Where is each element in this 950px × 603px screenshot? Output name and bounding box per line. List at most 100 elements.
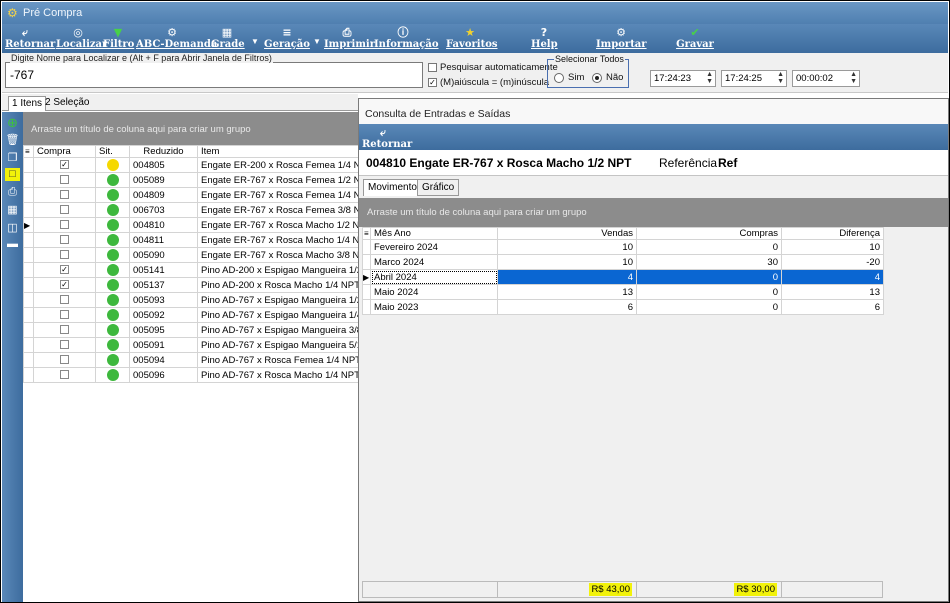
table-row[interactable]: ▶ 004810 Engate ER-767 x Rosca Macho 1/2 N… (23, 217, 360, 233)
chevron-down-icon[interactable]: ▼ (313, 37, 321, 46)
spin-arrows-icon[interactable]: ▲ ▼ (706, 71, 713, 85)
compra-cell[interactable]: ✓ (33, 157, 96, 173)
spin-arrows-icon[interactable]: ▲ ▼ (850, 71, 857, 85)
compra-checkbox[interactable] (60, 175, 69, 185)
column-header-compra[interactable]: Compra (33, 145, 96, 158)
toolbar-button-importar[interactable]: ⚙ Importar (596, 26, 647, 51)
compra-checkbox[interactable] (60, 250, 69, 260)
case-checkbox[interactable]: ✓ (428, 78, 437, 87)
compra-checkbox[interactable]: ✓ (60, 280, 69, 290)
item-cell[interactable]: Engate ER-767 x Rosca Macho 1/4 NPT (197, 232, 360, 248)
table-row[interactable]: ✓ 005137 Pino AD-200 x Rosca Macho 1/4 NPT (23, 277, 360, 293)
tab-selecao[interactable]: 2 Seleção (42, 96, 92, 111)
reduzido-cell[interactable]: 005089 (129, 172, 198, 188)
diferenca-cell[interactable]: 10 (781, 239, 884, 255)
compra-checkbox[interactable] (60, 220, 69, 230)
copy-icon[interactable]: ❐ (5, 152, 20, 165)
table-row[interactable]: 005089 Engate ER-767 x Rosca Femea 1/2 NP… (23, 172, 360, 188)
toolbar-button-gera-o[interactable]: ≡ Geração (264, 26, 310, 51)
toolbar-button-favoritos[interactable]: ★ Favoritos (446, 26, 498, 51)
compra-checkbox[interactable]: ✓ (60, 265, 69, 275)
table-row[interactable]: Maio 2023 6 0 6 (362, 299, 884, 315)
table-row[interactable]: 005091 Pino AD-767 x Espigao Mangueira 5/… (23, 337, 360, 353)
item-cell[interactable]: Pino AD-200 x Rosca Macho 1/4 NPT (197, 277, 360, 293)
table-row[interactable]: Marco 2024 10 30 -20 (362, 254, 884, 270)
compra-checkbox[interactable] (60, 295, 69, 305)
compra-checkbox[interactable] (60, 340, 69, 350)
column-header-mes-ano[interactable]: Mês Ano (370, 227, 498, 240)
reduzido-cell[interactable]: 005096 (129, 367, 198, 383)
toolbar-button-help[interactable]: ? Help (531, 26, 558, 51)
item-cell[interactable]: Engate ER-200 x Rosca Femea 1/4 NPT (197, 157, 360, 173)
compra-cell[interactable]: ✓ (33, 277, 96, 293)
toolbar-button-grade[interactable]: ▦ Grade (211, 26, 245, 51)
table-row[interactable]: 006703 Engate ER-767 x Rosca Femea 3/8 NP… (23, 202, 360, 218)
delete-icon[interactable]: 🗑 (5, 134, 20, 147)
column-chooser-icon[interactable]: ≡ (362, 227, 371, 240)
table-row[interactable]: Fevereiro 2024 10 0 10 (362, 239, 884, 255)
time-start-field[interactable]: 17:24:23 ▲ ▼ (650, 70, 716, 87)
compra-cell[interactable] (33, 187, 96, 203)
note-icon[interactable]: □ (5, 168, 20, 181)
item-cell[interactable]: Pino AD-767 x Rosca Femea 1/4 NPT (197, 352, 360, 368)
compra-cell[interactable] (33, 352, 96, 368)
vendas-cell[interactable]: 6 (497, 299, 637, 315)
dialog-return-button[interactable]: ⤶ Retornar (362, 126, 412, 151)
compra-cell[interactable] (33, 292, 96, 308)
compra-checkbox[interactable] (60, 355, 69, 365)
reduzido-cell[interactable]: 004811 (129, 232, 198, 248)
compras-cell[interactable]: 0 (636, 239, 782, 255)
reduzido-cell[interactable]: 005092 (129, 307, 198, 323)
select-all-sim-radio[interactable] (554, 73, 564, 83)
reduzido-cell[interactable]: 005090 (129, 247, 198, 263)
column-header-item[interactable]: Item (197, 145, 360, 158)
reduzido-cell[interactable]: 004805 (129, 157, 198, 173)
compra-cell[interactable] (33, 172, 96, 188)
compra-cell[interactable] (33, 307, 96, 323)
table-row[interactable]: ✓ 004805 Engate ER-200 x Rosca Femea 1/4 N… (23, 157, 360, 173)
reduzido-cell[interactable]: 004810 (129, 217, 198, 233)
compra-checkbox[interactable] (60, 325, 69, 335)
compra-checkbox[interactable] (60, 190, 69, 200)
compra-cell[interactable] (33, 337, 96, 353)
vendas-cell[interactable]: 13 (497, 284, 637, 300)
compra-cell[interactable] (33, 232, 96, 248)
reduzido-cell[interactable]: 006703 (129, 202, 198, 218)
column-header-vendas[interactable]: Vendas (497, 227, 637, 240)
spin-arrows-icon[interactable]: ▲ ▼ (777, 71, 784, 85)
column-header-diferenca[interactable]: Diferença (781, 227, 884, 240)
item-cell[interactable]: Pino AD-767 x Espigao Mangueira 5/16 (197, 337, 360, 353)
mes-ano-cell[interactable]: Fevereiro 2024 (370, 239, 498, 255)
column-header-reduzido[interactable]: Reduzido (129, 145, 198, 158)
compra-checkbox[interactable] (60, 205, 69, 215)
item-cell[interactable]: Engate ER-767 x Rosca Femea 3/8 NPT (197, 202, 360, 218)
vendas-cell[interactable]: 10 (497, 254, 637, 270)
table-row[interactable]: 005096 Pino AD-767 x Rosca Macho 1/4 NPT (23, 367, 360, 383)
vendas-cell[interactable]: 10 (497, 239, 637, 255)
item-cell[interactable]: Pino AD-767 x Espigao Mangueira 3/8 (197, 322, 360, 338)
diferenca-cell[interactable]: 4 (781, 269, 884, 285)
table-row[interactable]: 004811 Engate ER-767 x Rosca Macho 1/4 NP… (23, 232, 360, 248)
reduzido-cell[interactable]: 005141 (129, 262, 198, 278)
mes-ano-cell[interactable]: Marco 2024 (370, 254, 498, 270)
reduzido-cell[interactable]: 005094 (129, 352, 198, 368)
item-cell[interactable]: Engate ER-767 x Rosca Femea 1/4 NPT (197, 187, 360, 203)
compra-checkbox[interactable]: ✓ (60, 160, 69, 170)
tab-grafico[interactable]: Gráfico (417, 179, 460, 196)
compras-cell[interactable]: 30 (636, 254, 782, 270)
diferenca-cell[interactable]: 6 (781, 299, 884, 315)
search-input[interactable] (5, 62, 423, 88)
column-header-sit[interactable]: Sit. (95, 145, 130, 158)
item-cell[interactable]: Pino AD-200 x Espigao Mangueira 1/2 (197, 262, 360, 278)
tab-movimento[interactable]: Movimento (363, 179, 422, 196)
compras-cell[interactable]: 0 (636, 299, 782, 315)
reduzido-cell[interactable]: 005095 (129, 322, 198, 338)
compra-cell[interactable] (33, 247, 96, 263)
mes-ano-cell[interactable]: Maio 2024 (370, 284, 498, 300)
compra-cell[interactable] (33, 367, 96, 383)
time-elapsed-field[interactable]: 00:00:02 ▲ ▼ (792, 70, 860, 87)
tab-itens[interactable]: 1 Itens (8, 96, 47, 111)
reduzido-cell[interactable]: 005093 (129, 292, 198, 308)
mes-ano-cell[interactable]: Abril 2024 (370, 269, 498, 285)
diferenca-cell[interactable]: -20 (781, 254, 884, 270)
